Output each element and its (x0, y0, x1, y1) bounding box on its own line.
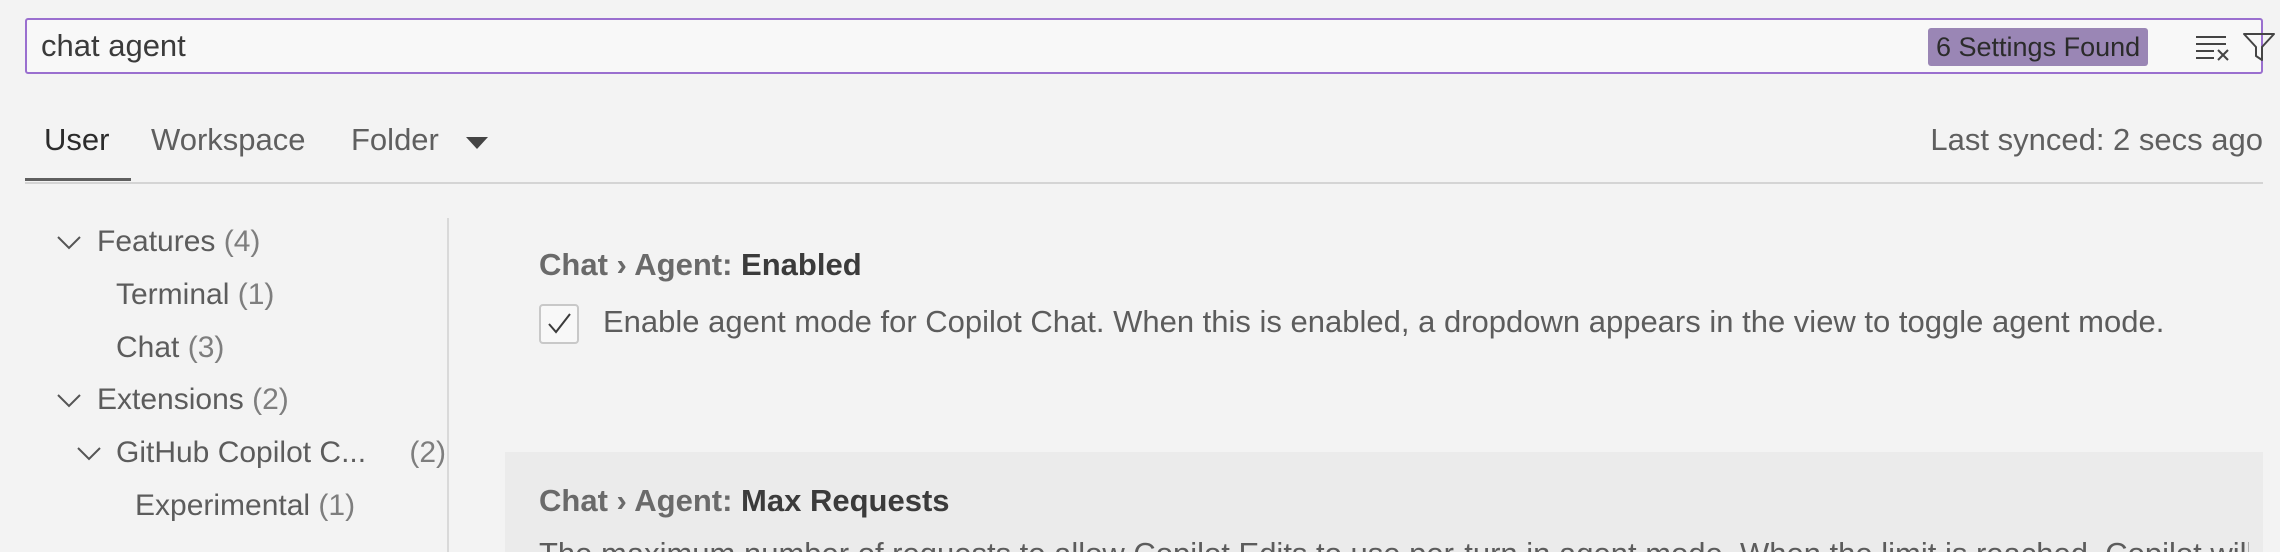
sync-status: Last synced: 2 secs ago (1930, 122, 2263, 157)
tree-item-label: Experimental (135, 489, 311, 522)
tab-user[interactable]: User (44, 122, 109, 158)
clear-filter-icon[interactable] (2194, 32, 2232, 62)
filter-icon[interactable] (2242, 31, 2276, 63)
settings-search-box[interactable]: 6 Settings Found (25, 18, 2275, 74)
tree-item-label: GitHub Copilot C... (116, 436, 367, 469)
tree-divider[interactable] (447, 218, 449, 552)
tab-folder[interactable]: Folder (351, 122, 439, 158)
settings-scope-tabs: User Workspace Folder Last synced: 2 sec… (25, 110, 2263, 184)
tree-item-label: Extensions (97, 383, 244, 416)
tree-item-count: (1) (318, 489, 356, 522)
settings-count-badge: 6 Settings Found (1928, 28, 2149, 66)
tree-item-count: (3) (187, 331, 225, 364)
tree-item-count: (2) (252, 383, 289, 416)
tree-item-count: (1) (237, 278, 275, 311)
tree-item-label: Features (97, 225, 216, 258)
setting-name: Max Requests (741, 483, 950, 518)
setting-description: Enable agent mode for Copilot Chat. When… (603, 304, 2165, 339)
checkmark-icon (548, 313, 571, 334)
setting-category: Chat › Agent: (539, 483, 742, 518)
chevron-down-icon[interactable] (57, 394, 81, 408)
setting-description: The maximum number of requests to allow … (539, 532, 2249, 552)
tree-item-label: Terminal (116, 278, 230, 311)
chevron-down-icon[interactable] (77, 447, 101, 461)
setting-checkbox[interactable] (539, 304, 579, 344)
tree-item-label: Chat (116, 331, 180, 364)
tree-item-extensions[interactable]: Extensions (2) (97, 378, 289, 422)
tree-item-chat[interactable]: Chat (3) (116, 326, 224, 370)
settings-editor: 6 Settings Found User Workspace Folder L… (0, 0, 2280, 552)
active-tab-indicator (25, 178, 131, 181)
tree-item-count: (4) (223, 225, 261, 258)
setting-title: Chat › Agent: Enabled (539, 247, 862, 283)
settings-search-input[interactable] (41, 20, 1921, 72)
setting-name: Enabled (741, 247, 862, 282)
chevron-down-icon[interactable] (465, 136, 489, 150)
chevron-down-icon[interactable] (57, 236, 81, 250)
tree-item-github-copilot[interactable]: GitHub Copilot C... (2) (116, 431, 446, 475)
tree-item-experimental[interactable]: Experimental (1) (135, 484, 355, 528)
tab-workspace[interactable]: Workspace (151, 122, 306, 158)
tree-item-features[interactable]: Features (4) (97, 220, 260, 264)
setting-category: Chat › Agent: (539, 247, 742, 282)
setting-title: Chat › Agent: Max Requests (539, 483, 950, 519)
tree-item-terminal[interactable]: Terminal (1) (116, 273, 274, 317)
tree-item-count: (2) (409, 436, 446, 469)
